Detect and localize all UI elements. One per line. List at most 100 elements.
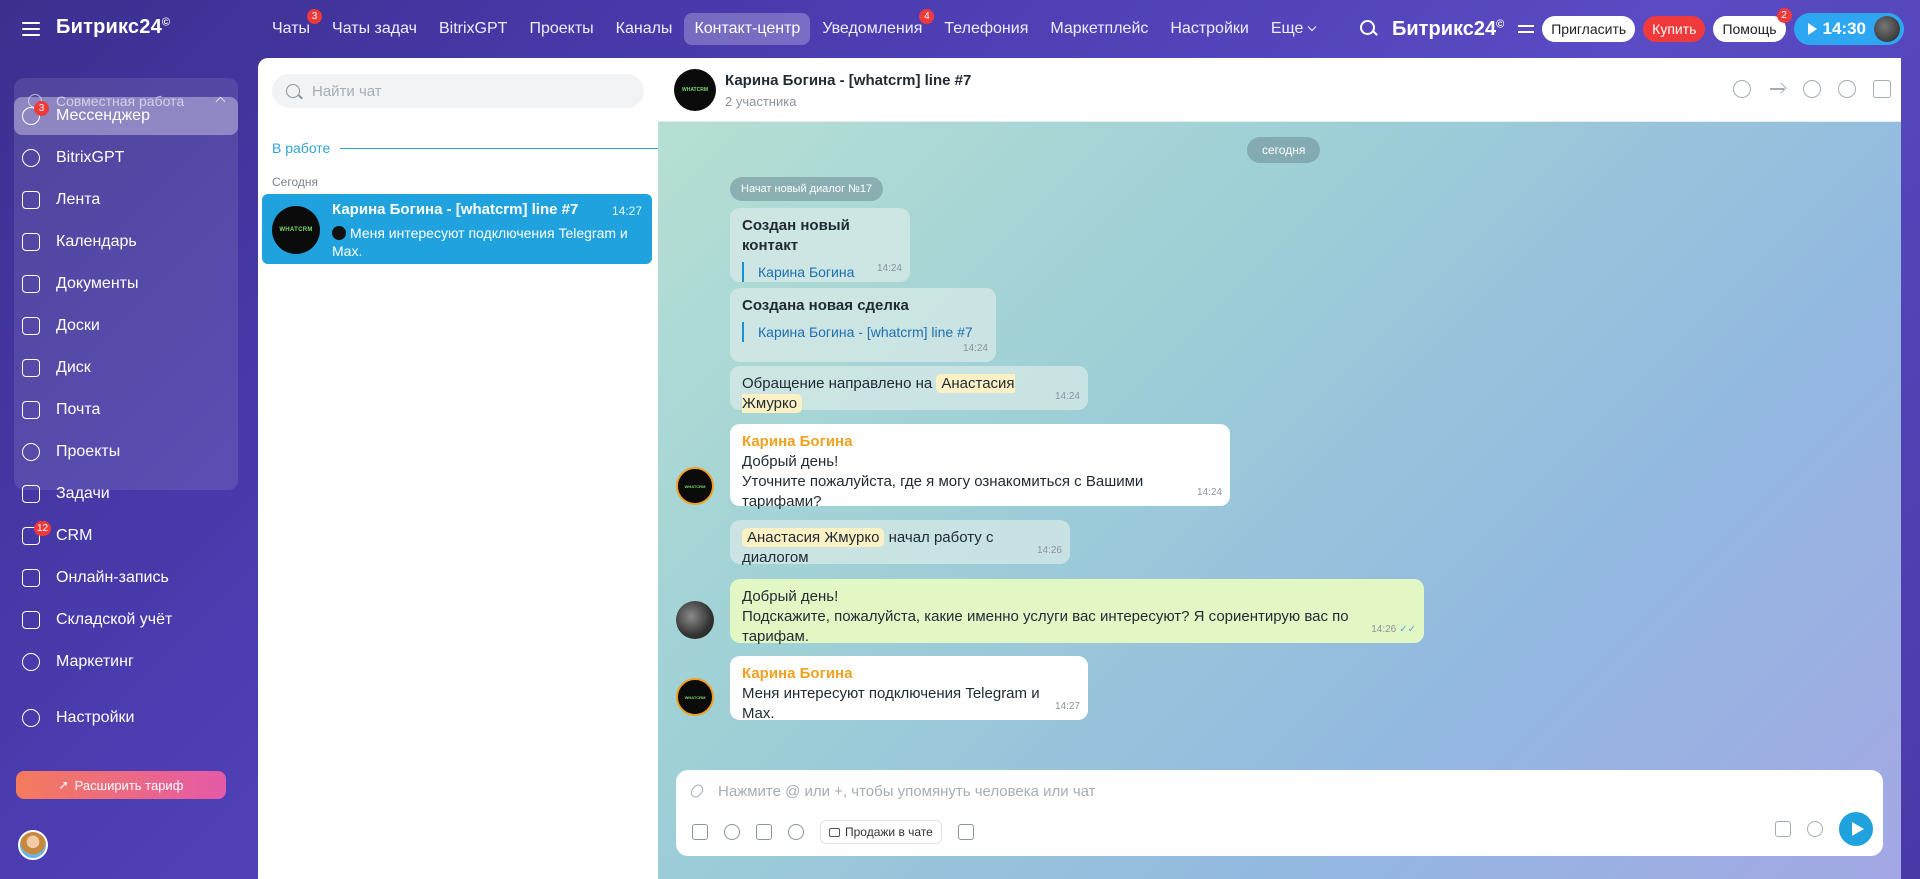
operator-mention[interactable]: Анастасия Жмурко bbox=[742, 528, 885, 547]
warehouse-icon bbox=[22, 611, 40, 629]
dialog-started-notice: Начат новый диалог №17 bbox=[730, 177, 884, 201]
nav-settings[interactable]: Настройки bbox=[1160, 13, 1258, 45]
sales-in-chat-button[interactable]: Продажи в чате bbox=[820, 820, 942, 844]
chat-area: WHATCRM Карина Богина - [whatcrm] line #… bbox=[658, 58, 1901, 879]
chat-header-avatar[interactable]: WHATCRM bbox=[674, 69, 716, 111]
chat-name: Карина Богина - [whatcrm] line #7 bbox=[332, 201, 579, 218]
sidebar-item-settings[interactable]: Настройки bbox=[14, 699, 238, 737]
section-divider bbox=[340, 147, 658, 149]
nav-notifications[interactable]: Уведомления 4 bbox=[812, 9, 935, 45]
composer-tools: Продажи в чате bbox=[692, 820, 990, 844]
message-author[interactable]: Карина Богина bbox=[742, 432, 1218, 452]
booking-icon bbox=[22, 569, 40, 587]
sidebar-item-projects[interactable]: Проекты bbox=[14, 433, 238, 471]
search-icon[interactable] bbox=[1360, 20, 1378, 38]
templates-icon[interactable] bbox=[692, 824, 708, 840]
sidebar-item-calendar[interactable]: Календарь bbox=[14, 223, 238, 261]
worktime-timer: 14:30 bbox=[1822, 19, 1866, 38]
help-button[interactable]: Помощь 2 bbox=[1713, 8, 1792, 42]
nav-contact-center[interactable]: Контакт-центр bbox=[684, 13, 811, 45]
sender-mini-avatar bbox=[332, 226, 346, 240]
slash-command-icon[interactable] bbox=[756, 824, 772, 840]
forward-icon[interactable] bbox=[1768, 80, 1786, 98]
sidebar-item-warehouse[interactable]: Складской учёт bbox=[14, 601, 238, 639]
sidebar-item-bitrixgpt[interactable]: BitrixGPT bbox=[14, 139, 238, 177]
logo[interactable]: Битрикс24© bbox=[56, 16, 170, 39]
sidebar-item-marketing[interactable]: Маркетинг bbox=[14, 643, 238, 681]
menu-icon[interactable] bbox=[22, 18, 40, 40]
message-input[interactable] bbox=[718, 780, 1818, 802]
nav-chats[interactable]: Чаты 3 bbox=[262, 9, 323, 45]
sidebar-panel-icon[interactable] bbox=[1873, 80, 1891, 98]
sidebar-item-disk[interactable]: Диск bbox=[14, 349, 238, 387]
chat-search-input[interactable] bbox=[312, 82, 612, 100]
top-bar: Битрикс24© Чаты 3 Чаты задач BitrixGPT Пр… bbox=[0, 0, 1920, 58]
sliders-icon[interactable] bbox=[1518, 22, 1535, 36]
marketing-icon bbox=[22, 653, 40, 671]
system-message-operator-joined: Анастасия Жмурко начал работу с диалогом… bbox=[730, 520, 1070, 566]
upgrade-plan-button[interactable]: ➚ Расширить тариф bbox=[16, 771, 226, 799]
sidebar-item-tasks[interactable]: Задачи bbox=[14, 475, 238, 513]
sidebar-item-mail[interactable]: Почта bbox=[14, 391, 238, 429]
top-right: Битрикс24© Пригласить Купить Помощь 2 14:… bbox=[1360, 8, 1904, 46]
message-author[interactable]: Карина Богина bbox=[742, 664, 1076, 684]
nav-marketplace[interactable]: Маркетплейс bbox=[1040, 13, 1158, 45]
date-group-label: Сегодня bbox=[272, 175, 318, 189]
system-message-routed: Обращение направлено на Анастасия Жмурко… bbox=[730, 366, 1088, 413]
deal-link[interactable]: Карина Богина - [whatcrm] line #7 bbox=[742, 322, 984, 342]
smiley-icon[interactable] bbox=[1807, 821, 1823, 837]
left-sidebar: Совместная работа 3 Мессенджер BitrixGPT … bbox=[0, 58, 250, 879]
paperclip-icon[interactable] bbox=[688, 782, 706, 800]
my-avatar[interactable] bbox=[18, 830, 48, 860]
feed-icon bbox=[22, 191, 40, 209]
chat-participants[interactable]: 2 участника bbox=[725, 94, 796, 109]
system-message-contact: Создан новый контакт Карина Богина 14:24 bbox=[730, 208, 910, 282]
check-circle-icon[interactable] bbox=[1733, 80, 1751, 98]
sales-icon bbox=[829, 827, 840, 837]
calendar-icon bbox=[22, 233, 40, 251]
chat-list-panel: В работе Сегодня WHATCRM Карина Богина -… bbox=[258, 58, 658, 879]
chat-header-actions bbox=[1716, 80, 1891, 98]
contact-link[interactable]: Карина Богина bbox=[742, 262, 898, 282]
chat-title[interactable]: Карина Богина - [whatcrm] line #7 bbox=[725, 72, 971, 89]
client-avatar[interactable]: WHATCRM bbox=[676, 467, 714, 505]
buy-button[interactable]: Купить bbox=[1643, 16, 1706, 42]
chevron-down-icon bbox=[1308, 22, 1317, 32]
nav-telephony[interactable]: Телефония bbox=[934, 13, 1038, 45]
client-avatar[interactable]: WHATCRM bbox=[676, 678, 714, 716]
chats-badge: 3 bbox=[307, 9, 323, 24]
nav-task-chats[interactable]: Чаты задач bbox=[322, 13, 427, 45]
user-avatar[interactable] bbox=[1874, 16, 1900, 42]
worktime-button[interactable]: 14:30 bbox=[1793, 13, 1904, 45]
message-time: 14:24 bbox=[962, 343, 988, 354]
sidebar-item-documents[interactable]: Документы bbox=[14, 265, 238, 303]
hidden-message-icon[interactable] bbox=[788, 824, 804, 840]
invite-button[interactable]: Пригласить bbox=[1542, 16, 1636, 42]
sidebar-item-crm[interactable]: 12 CRM bbox=[14, 517, 238, 555]
crm-badge: 12 bbox=[34, 521, 52, 536]
sidebar-item-boards[interactable]: Доски bbox=[14, 307, 238, 345]
section-in-work[interactable]: В работе bbox=[272, 140, 658, 156]
chat-list-item[interactable]: WHATCRM Карина Богина - [whatcrm] line #… bbox=[262, 194, 652, 264]
message-time: 14:26 ✓✓ bbox=[1371, 624, 1416, 635]
calendar-icon[interactable] bbox=[957, 824, 974, 840]
operator-avatar[interactable] bbox=[676, 601, 714, 639]
task-check-icon bbox=[22, 485, 40, 503]
logo-secondary: Битрикс24© bbox=[1392, 17, 1505, 40]
nav-bitrixgpt[interactable]: BitrixGPT bbox=[429, 13, 517, 45]
nav-projects[interactable]: Проекты bbox=[519, 13, 603, 45]
chat-header: WHATCRM Карина Богина - [whatcrm] line #… bbox=[658, 58, 1901, 122]
send-button[interactable] bbox=[1839, 812, 1873, 846]
composer-right-tools bbox=[1775, 812, 1873, 846]
add-user-icon[interactable] bbox=[1803, 80, 1821, 98]
sidebar-item-booking[interactable]: Онлайн-запись bbox=[14, 559, 238, 597]
sidebar-item-messenger[interactable]: 3 Мессенджер bbox=[14, 97, 238, 135]
search-icon[interactable] bbox=[1838, 80, 1856, 98]
nav-more[interactable]: Еще bbox=[1261, 13, 1326, 45]
lightning-icon[interactable] bbox=[724, 824, 740, 840]
nav-channels[interactable]: Каналы bbox=[606, 13, 683, 45]
apps-grid-icon[interactable] bbox=[1775, 821, 1791, 837]
client-message: Карина Богина Добрый день! Уточните пожа… bbox=[730, 424, 1230, 510]
top-nav: Чаты 3 Чаты задач BitrixGPT Проекты Канал… bbox=[262, 9, 1327, 46]
sidebar-item-feed[interactable]: Лента bbox=[14, 181, 238, 219]
